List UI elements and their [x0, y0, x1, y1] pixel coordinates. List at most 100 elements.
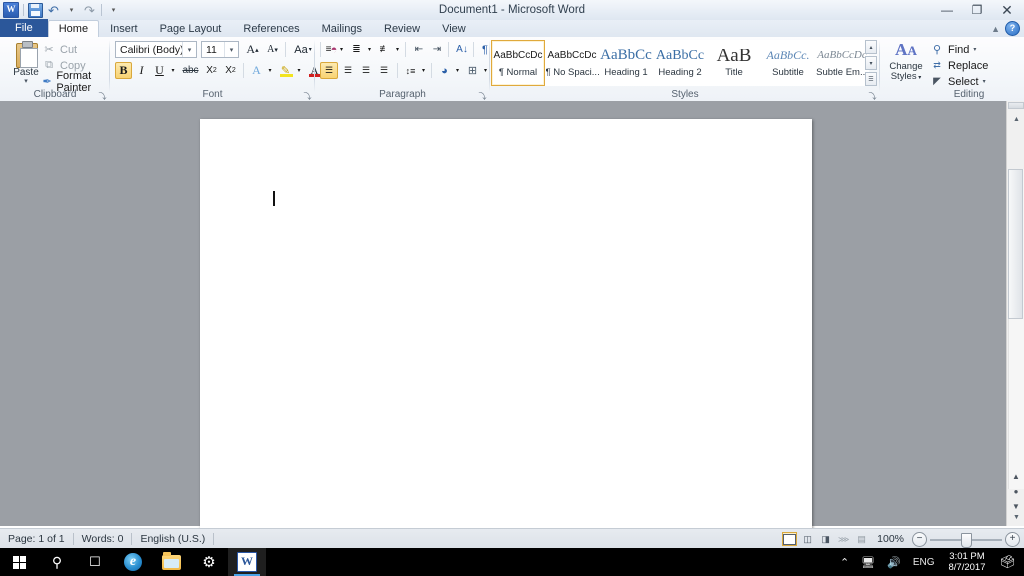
style-item-subtle-emphasis[interactable]: AaBbCcDc Subtle Em... — [815, 40, 869, 86]
volume-icon[interactable]: 🔊 — [881, 556, 907, 569]
help-icon[interactable]: ? — [1005, 21, 1020, 36]
highlight-color-button[interactable]: ✎ — [277, 62, 294, 79]
view-full-screen-reading-button[interactable]: ◫ — [800, 532, 815, 546]
tab-view[interactable]: View — [431, 20, 477, 37]
document-page[interactable] — [200, 119, 812, 531]
styles-scroll-down-button[interactable]: ▾ — [865, 56, 877, 70]
action-center-icon[interactable]: 🗳 — [993, 554, 1024, 570]
language-indicator[interactable]: ENG — [907, 557, 941, 568]
align-center-button[interactable]: ☰ — [339, 62, 357, 79]
close-button[interactable]: ✕ — [992, 1, 1022, 20]
view-web-layout-button[interactable]: ◨ — [818, 532, 833, 546]
taskbar-item-internet-explorer[interactable]: e — [114, 548, 152, 576]
superscript-button[interactable]: X2 — [221, 62, 240, 79]
scroll-up-button[interactable]: ▲ — [1008, 111, 1024, 128]
view-print-layout-button[interactable] — [782, 532, 798, 546]
tab-insert[interactable]: Insert — [99, 20, 149, 37]
format-painter-button[interactable]: ✒ Format Painter — [42, 70, 110, 94]
tab-references[interactable]: References — [232, 20, 310, 37]
style-item-no-spacing[interactable]: AaBbCcDc ¶ No Spaci... — [545, 40, 599, 86]
scroll-down-button[interactable]: ▼ — [1008, 509, 1024, 526]
font-dialog-launcher[interactable]: ⤵ — [303, 92, 312, 101]
style-item-heading-2[interactable]: AaBbCc Heading 2 — [653, 40, 707, 86]
styles-dialog-launcher[interactable]: ⤵ — [868, 92, 877, 101]
zoom-level[interactable]: 100% — [872, 533, 909, 545]
justify-button[interactable]: ☰ — [375, 62, 393, 79]
view-draft-button[interactable]: ▤ — [854, 532, 869, 546]
style-item-title[interactable]: AaB Title — [707, 40, 761, 86]
restore-button[interactable]: ❐ — [962, 1, 992, 20]
style-item-subtitle[interactable]: AaBbCc. Subtitle — [761, 40, 815, 86]
find-button[interactable]: ⚲ Find ▾ — [930, 42, 976, 57]
redo-icon[interactable]: ↷ — [82, 3, 97, 18]
zoom-out-button[interactable]: − — [912, 531, 927, 547]
bullets-dropdown-icon[interactable]: ▾ — [337, 41, 346, 58]
zoom-slider[interactable] — [930, 532, 1002, 548]
page-indicator[interactable]: Page: 1 of 1 — [0, 532, 73, 547]
underline-button[interactable]: U — [151, 62, 168, 79]
strikethrough-button[interactable]: abc — [180, 62, 201, 79]
align-right-button[interactable]: ☰ — [357, 62, 375, 79]
tab-mailings[interactable]: Mailings — [311, 20, 373, 37]
highlight-color-dropdown-icon[interactable]: ▾ — [294, 62, 304, 79]
find-dropdown-icon[interactable]: ▾ — [973, 46, 976, 53]
task-view-button[interactable]: ☐ — [76, 548, 114, 576]
chevron-down-icon[interactable]: ▾ — [182, 42, 196, 57]
clock[interactable]: 3:01 PM 8/7/2017 — [941, 551, 994, 573]
font-name-input[interactable]: Calibri (Body) ▾ — [115, 41, 197, 58]
network-icon[interactable]: 🖥 — [855, 556, 881, 569]
collapse-ribbon-icon[interactable]: ▲ — [991, 24, 1000, 34]
split-window-handle[interactable] — [1008, 102, 1024, 109]
show-hidden-icons-button[interactable]: ⌃ — [834, 556, 855, 569]
shrink-font-button[interactable]: A ▾ — [263, 41, 282, 58]
style-item-heading-1[interactable]: AaBbCc Heading 1 — [599, 40, 653, 86]
minimize-button[interactable]: — — [932, 1, 962, 20]
text-effects-button[interactable]: A — [248, 62, 265, 79]
paragraph-dialog-launcher[interactable]: ⤵ — [478, 92, 487, 101]
bold-button[interactable]: B — [115, 62, 132, 79]
zoom-thumb[interactable] — [961, 532, 972, 548]
subscript-button[interactable]: X2 — [202, 62, 221, 79]
underline-dropdown-icon[interactable]: ▾ — [168, 62, 178, 79]
sort-button[interactable]: A↓ — [453, 41, 471, 58]
multilevel-list-dropdown-icon[interactable]: ▾ — [393, 41, 402, 58]
line-spacing-dropdown-icon[interactable]: ▾ — [419, 62, 428, 79]
scrollbar-thumb[interactable] — [1008, 169, 1023, 319]
multilevel-list-button[interactable]: ≢ — [376, 41, 393, 58]
undo-dropdown-icon[interactable]: ▾ — [64, 3, 79, 18]
styles-more-button[interactable]: ☰ — [865, 72, 877, 86]
taskbar-item-settings[interactable]: ⚙ — [190, 548, 228, 576]
word-count[interactable]: Words: 0 — [74, 532, 132, 547]
shading-button[interactable]: ◕ — [436, 62, 453, 79]
decrease-indent-button[interactable]: ⇤ — [410, 41, 428, 58]
bullets-button[interactable]: ≡ — [320, 41, 337, 58]
select-button[interactable]: ◤ Select ▾ — [930, 74, 986, 89]
change-case-button[interactable]: Aa ▾ — [290, 41, 316, 58]
view-outline-button[interactable]: ⋙ — [836, 532, 851, 546]
select-browse-object-icon[interactable]: ● — [1009, 484, 1023, 498]
save-icon[interactable] — [28, 2, 43, 18]
paste-button[interactable]: Paste ▾ — [6, 40, 46, 88]
tab-page-layout[interactable]: Page Layout — [149, 20, 233, 37]
style-item-normal[interactable]: AaBbCcDc ¶ Normal — [491, 40, 545, 86]
chevron-down-icon[interactable]: ▾ — [224, 42, 238, 57]
select-dropdown-icon[interactable]: ▾ — [983, 78, 986, 85]
text-effects-dropdown-icon[interactable]: ▾ — [265, 62, 275, 79]
taskbar-item-word[interactable]: W — [228, 548, 266, 576]
taskbar-item-file-explorer[interactable] — [152, 548, 190, 576]
previous-page-icon[interactable]: ▲ — [1009, 469, 1023, 483]
align-left-button[interactable]: ☰ — [320, 62, 338, 79]
paste-caret-icon[interactable]: ▾ — [24, 78, 28, 85]
zoom-in-button[interactable]: + — [1005, 531, 1020, 547]
numbering-dropdown-icon[interactable]: ▾ — [365, 41, 374, 58]
change-styles-button[interactable]: AA Change Styles ▾ — [884, 40, 928, 88]
clipboard-dialog-launcher[interactable]: ⤵ — [98, 92, 107, 101]
replace-button[interactable]: ⇄ Replace — [930, 58, 988, 73]
increase-indent-button[interactable]: ⇥ — [428, 41, 446, 58]
undo-icon[interactable]: ↶ — [46, 3, 61, 18]
language-indicator[interactable]: English (U.S.) — [132, 532, 213, 547]
italic-button[interactable]: I — [133, 62, 150, 79]
start-button[interactable] — [0, 548, 38, 576]
tab-review[interactable]: Review — [373, 20, 431, 37]
cut-button[interactable]: ✂ Cut — [42, 42, 77, 57]
